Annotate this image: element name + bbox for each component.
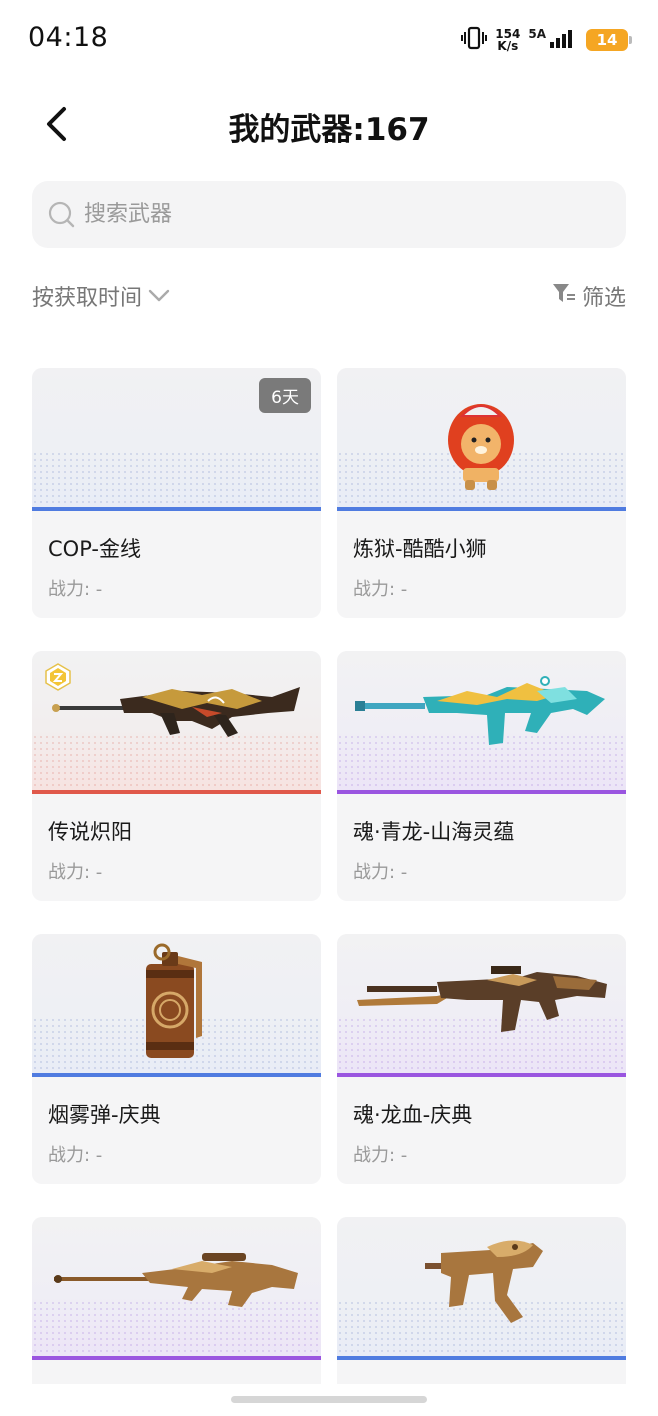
rarity-bar xyxy=(32,1356,321,1360)
weapon-grid: 6天 COP-金线 战力: - 炼狱-酷酷小狮 战力: - 传说炽阳 战力: -… xyxy=(32,368,626,1416)
sort-filter-row: 按获取时间 筛选 xyxy=(32,280,626,320)
net-speed-unit: K/s xyxy=(497,39,519,53)
page-title: 我的武器:167 xyxy=(228,112,430,148)
cell-signal: 5A xyxy=(528,28,578,52)
lion-mascot-icon xyxy=(448,404,514,490)
vibrate-icon xyxy=(461,26,488,54)
chevron-down-icon xyxy=(148,284,170,309)
rifle-art xyxy=(355,676,605,745)
weapon-name: COP-金线 xyxy=(48,537,141,561)
status-time: 04:18 xyxy=(28,22,109,53)
weapon-image xyxy=(32,934,321,1077)
weapon-name: 炼狱-酷酷小狮 xyxy=(353,537,487,561)
weapon-power: 战力: - xyxy=(48,862,103,883)
expiry-badge: 6天 xyxy=(259,378,311,413)
signal-bars-icon xyxy=(550,28,578,52)
weapon-name: 传说炽阳 xyxy=(48,820,132,844)
weapon-card[interactable]: 魂·青龙-山海灵蕴 战力: - xyxy=(337,651,626,901)
rarity-bar xyxy=(337,1356,626,1360)
weapon-power: 战力: - xyxy=(353,1145,408,1166)
weapon-card[interactable]: 烟雾弹-庆典 战力: - xyxy=(32,934,321,1184)
sniper-rifle-art xyxy=(54,1253,298,1307)
signal-label: 5A xyxy=(528,27,546,41)
search-icon xyxy=(48,201,76,229)
filter-label: 筛选 xyxy=(581,286,626,311)
smoke-grenade-art xyxy=(146,943,202,1058)
status-icons: 154 K/s 5A 14 xyxy=(461,26,632,54)
search-input[interactable] xyxy=(84,202,584,227)
weapon-card[interactable]: 炼狱-酷酷小狮 战力: - xyxy=(337,368,626,618)
rarity-bar xyxy=(32,790,321,794)
rarity-bar xyxy=(32,1073,321,1077)
filter-button[interactable]: 筛选 xyxy=(552,280,626,312)
weapon-power: 战力: - xyxy=(48,1145,103,1166)
weapon-name: 魂·青龙-山海灵蕴 xyxy=(353,820,515,844)
weapon-name: 魂·龙血-庆典 xyxy=(353,1103,473,1127)
rarity-bar xyxy=(337,790,626,794)
weapon-image xyxy=(32,1217,321,1360)
rarity-bar xyxy=(337,1073,626,1077)
weapon-card[interactable]: 传说炽阳 战力: - xyxy=(32,651,321,901)
weapon-image: 6天 xyxy=(32,368,321,511)
battery-indicator: 14 xyxy=(586,29,632,51)
home-indicator[interactable] xyxy=(231,1396,427,1403)
rarity-bar xyxy=(32,507,321,511)
weapon-name: 烟雾弹-庆典 xyxy=(48,1103,161,1127)
sniper-rifle-art xyxy=(52,687,300,737)
weapon-image xyxy=(337,651,626,794)
weapon-image xyxy=(337,368,626,511)
weapon-image xyxy=(337,934,626,1077)
filter-icon xyxy=(552,282,576,310)
sort-label: 按获取时间 xyxy=(32,286,143,311)
weapon-power: 战力: - xyxy=(353,862,408,883)
search-bar[interactable] xyxy=(32,181,626,248)
smg-art xyxy=(425,1240,543,1323)
weapon-power: 战力: - xyxy=(353,579,408,600)
rarity-bar xyxy=(337,507,626,511)
network-speed: 154 K/s xyxy=(495,28,520,52)
rifle-art xyxy=(357,966,607,1032)
weapon-image xyxy=(337,1217,626,1360)
weapon-power: 战力: - xyxy=(48,579,103,600)
sort-dropdown[interactable]: 按获取时间 xyxy=(32,280,170,312)
weapon-card[interactable]: 魂·龙血-庆典 战力: - xyxy=(337,934,626,1184)
weapon-card[interactable]: 6天 COP-金线 战力: - xyxy=(32,368,321,618)
weapon-image xyxy=(32,651,321,794)
status-bar: 04:18 154 K/s 5A 14 xyxy=(0,0,658,78)
page-header: 我的武器:167 xyxy=(0,90,658,160)
